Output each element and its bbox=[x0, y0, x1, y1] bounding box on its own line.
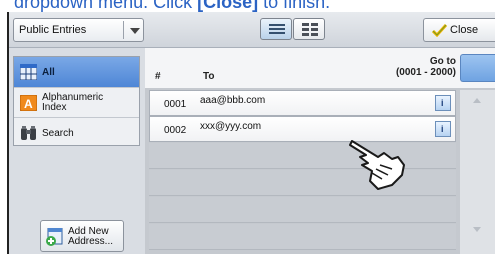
close-button[interactable]: Close bbox=[423, 18, 495, 42]
details-button[interactable]: i bbox=[435, 121, 451, 137]
list-view-button[interactable] bbox=[260, 18, 292, 40]
empty-row bbox=[149, 224, 456, 250]
details-button[interactable]: i bbox=[435, 95, 451, 111]
sidebar-item-label: All bbox=[42, 67, 55, 78]
sidebar-item-search[interactable]: Search bbox=[14, 117, 139, 147]
chevron-down-icon bbox=[130, 28, 140, 34]
column-header-number: # bbox=[155, 71, 161, 82]
caption-prefix: dropdown menu. Click bbox=[14, 0, 198, 12]
sidebar-item-all[interactable]: All bbox=[14, 57, 139, 87]
empty-row bbox=[149, 197, 456, 223]
scroll-down-icon[interactable] bbox=[473, 227, 481, 232]
checkmark-icon bbox=[432, 24, 447, 37]
sidebar-item-label: Alphanumeric Index bbox=[42, 92, 104, 113]
goto-label: Go to (0001 - 2000) bbox=[396, 56, 456, 78]
address-table-icon bbox=[20, 64, 37, 80]
pointing-hand-icon bbox=[349, 140, 405, 190]
info-icon: i bbox=[441, 98, 444, 108]
row-number: 0002 bbox=[164, 125, 187, 136]
grid-view-icon bbox=[302, 23, 318, 36]
goto-number-button[interactable] bbox=[460, 54, 495, 82]
add-address-icon bbox=[46, 228, 63, 246]
dropdown-value: Public Entries bbox=[19, 24, 87, 36]
list-view-icon bbox=[269, 24, 285, 34]
address-book-panel: Public Entries Close All A Alphanumeric … bbox=[7, 12, 495, 254]
add-new-address-button[interactable]: Add New Address... bbox=[40, 220, 124, 252]
empty-row bbox=[149, 170, 456, 196]
grid-view-button[interactable] bbox=[293, 18, 325, 40]
column-header-to: To bbox=[203, 71, 215, 82]
row-address: xxx@yyy.com bbox=[200, 121, 262, 132]
empty-row bbox=[149, 143, 456, 169]
table-row[interactable]: 0001 aaa@bbb.com i bbox=[149, 90, 456, 116]
binoculars-icon bbox=[21, 126, 36, 140]
row-number: 0001 bbox=[164, 99, 187, 110]
screen: dropdown menu. Click [Close] to finish. … bbox=[0, 0, 495, 254]
sidebar-nav: All A Alphanumeric Index Search bbox=[13, 56, 140, 146]
list-header: # To Go to (0001 - 2000) bbox=[145, 48, 495, 88]
close-button-label: Close bbox=[450, 24, 479, 36]
table-row[interactable]: 0002 xxx@yyy.com i bbox=[149, 116, 456, 142]
sidebar: All A Alphanumeric Index Search Add New … bbox=[9, 48, 141, 254]
row-address: aaa@bbb.com bbox=[200, 95, 266, 106]
dropdown-divider bbox=[123, 21, 124, 39]
goto-range: (0001 - 2000) bbox=[395, 67, 456, 78]
info-icon: i bbox=[441, 124, 444, 134]
sidebar-item-label: Search bbox=[42, 128, 74, 139]
entry-type-dropdown[interactable]: Public Entries bbox=[13, 18, 144, 42]
add-new-address-label: Add New Address... bbox=[68, 226, 114, 247]
address-list: # To Go to (0001 - 2000) 0001 aaa@bbb.co… bbox=[145, 48, 495, 254]
caption-suffix: to finish. bbox=[258, 0, 331, 12]
toolbar: Public Entries Close bbox=[9, 12, 495, 48]
sidebar-item-alphanumeric-index[interactable]: A Alphanumeric Index bbox=[14, 87, 139, 117]
alphabet-icon: A bbox=[20, 95, 37, 111]
goto-title: Go to bbox=[429, 56, 456, 67]
scrollbar[interactable] bbox=[460, 90, 495, 254]
scroll-up-icon[interactable] bbox=[473, 98, 481, 103]
svg-text:A: A bbox=[24, 97, 33, 111]
caption-close-ref: [Close] bbox=[197, 0, 259, 12]
